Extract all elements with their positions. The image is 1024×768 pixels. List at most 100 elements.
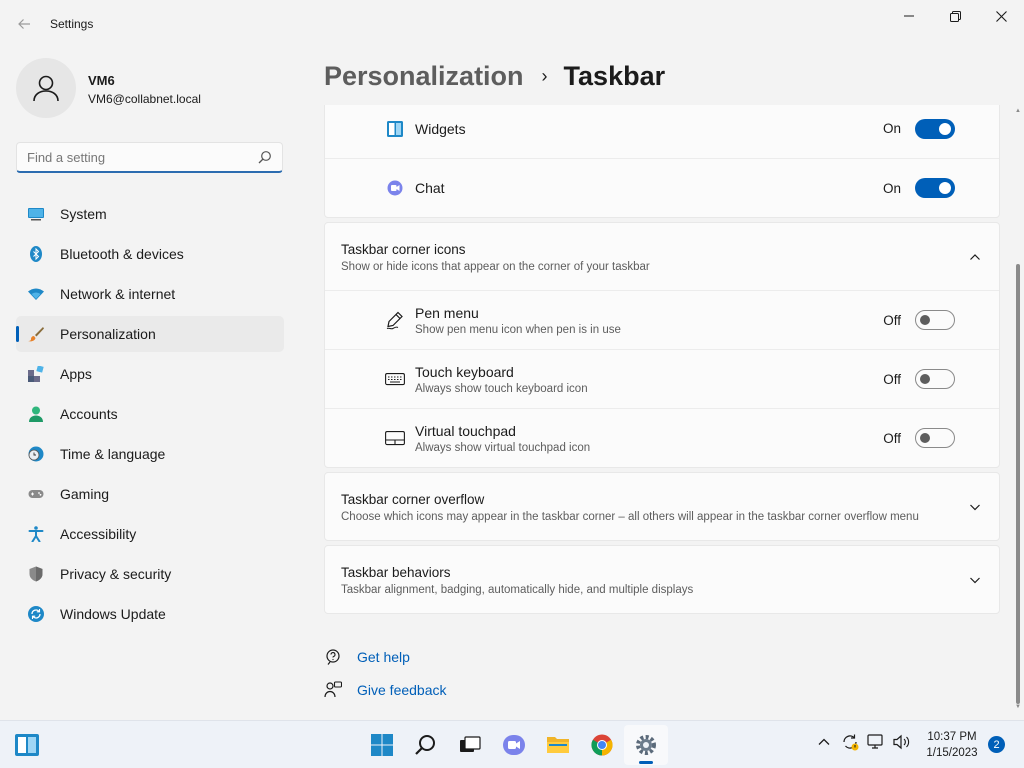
sidebar-item-label: Network & internet	[60, 286, 176, 302]
scroll-down-arrow[interactable]: ▼	[1015, 704, 1021, 710]
sidebar-item-system[interactable]: System	[16, 196, 284, 232]
chevron-up-icon[interactable]	[969, 251, 981, 263]
taskbar-task-view-button[interactable]	[448, 725, 492, 765]
give-feedback-link[interactable]: Give feedback	[324, 673, 447, 706]
toggle-knob	[939, 122, 951, 135]
toggle-knob	[920, 433, 930, 443]
behaviors-header[interactable]: Taskbar behaviors Taskbar alignment, bad…	[325, 546, 999, 613]
get-help-link[interactable]: Get help	[324, 640, 447, 673]
sidebar-item-network[interactable]: Network & internet	[16, 276, 284, 312]
sidebar-item-privacy[interactable]: Privacy & security	[16, 556, 284, 592]
corner-overflow-card[interactable]: Taskbar corner overflow Choose which ico…	[324, 472, 1000, 541]
toggle-knob	[939, 182, 951, 194]
touch-keyboard-toggle[interactable]	[915, 369, 955, 389]
file-explorer-icon	[547, 737, 569, 753]
search-icon	[415, 735, 435, 755]
title-bar: Settings	[0, 0, 1024, 48]
notification-badge[interactable]: 2	[988, 736, 1005, 753]
chevron-down-icon[interactable]	[969, 574, 981, 586]
sidebar-item-label: Accounts	[60, 406, 118, 422]
widgets-label: Widgets	[415, 120, 466, 137]
taskbar-widgets-button[interactable]	[14, 733, 40, 757]
sidebar-item-time-language[interactable]: Time & language	[16, 436, 284, 472]
pen-menu-row: Pen menu Show pen menu icon when pen is …	[325, 290, 999, 349]
restore-button[interactable]	[932, 0, 978, 32]
back-button[interactable]	[10, 12, 38, 36]
widgets-row: Widgets On	[325, 105, 999, 158]
scroll-thumb[interactable]	[1016, 264, 1020, 704]
sidebar-item-label: System	[60, 206, 107, 222]
corner-icons-title: Taskbar corner icons	[341, 242, 466, 257]
widgets-toggle[interactable]	[915, 118, 955, 139]
sidebar-item-gaming[interactable]: Gaming	[16, 476, 284, 512]
pen-menu-label: Pen menu	[415, 304, 479, 321]
scroll-up-arrow[interactable]: ▲	[1015, 108, 1021, 114]
behaviors-card[interactable]: Taskbar behaviors Taskbar alignment, bad…	[324, 545, 1000, 614]
minimize-icon	[904, 15, 914, 17]
sidebar-item-accounts[interactable]: Accounts	[16, 396, 284, 432]
touch-keyboard-row: Touch keyboard Always show touch keyboar…	[325, 349, 999, 408]
start-icon	[371, 734, 393, 756]
taskbar-items-card: Widgets On Chat On	[324, 105, 1000, 218]
close-button[interactable]	[978, 0, 1024, 32]
bluetooth-icon	[28, 246, 44, 262]
feedback-icon	[324, 680, 342, 697]
tray-network-button[interactable]	[867, 733, 885, 751]
keyboard-icon	[385, 369, 405, 389]
user-profile[interactable]: VM6 VM6@collabnet.local	[16, 58, 286, 118]
sidebar-item-windows-update[interactable]: Windows Update	[16, 596, 284, 632]
taskbar-chrome-button[interactable]	[580, 725, 624, 765]
tray-volume-button[interactable]	[893, 733, 911, 751]
taskbar-settings-button[interactable]	[624, 725, 668, 765]
corner-icons-card: Taskbar corner icons Show or hide icons …	[324, 222, 1000, 468]
shield-icon	[28, 566, 44, 582]
help-links: Get help Give feedback	[324, 640, 447, 706]
minimize-button[interactable]	[886, 0, 932, 32]
search-icon[interactable]	[258, 150, 272, 164]
taskbar-chat-button[interactable]	[492, 725, 536, 765]
search-box[interactable]	[16, 142, 283, 173]
app-title: Settings	[50, 17, 94, 31]
chat-toggle[interactable]	[915, 178, 955, 198]
task-view-icon	[460, 736, 481, 752]
breadcrumb-parent[interactable]: Personalization	[324, 61, 524, 92]
sidebar-item-label: Bluetooth & devices	[60, 246, 184, 262]
breadcrumb-separator: ›	[541, 65, 548, 86]
sidebar-nav: System Bluetooth & devices Network & int…	[16, 196, 284, 636]
virtual-touchpad-label: Virtual touchpad	[415, 422, 516, 439]
scrollbar[interactable]: ▲ ▼	[1015, 108, 1021, 720]
corner-overflow-header[interactable]: Taskbar corner overflow Choose which ico…	[325, 473, 999, 540]
search-input[interactable]	[17, 143, 247, 171]
sidebar-item-accessibility[interactable]: Accessibility	[16, 516, 284, 552]
taskbar-clock[interactable]: 10:37 PM 1/15/2023	[920, 729, 984, 761]
sidebar-item-personalization[interactable]: Personalization	[16, 316, 284, 352]
settings-window: Settings VM6 VM6@collabnet.local System …	[0, 0, 1024, 720]
taskbar-search-button[interactable]	[404, 725, 448, 765]
clock-date: 1/15/2023	[926, 747, 978, 759]
touchpad-icon	[385, 428, 405, 448]
tray-sync-button[interactable]	[841, 733, 859, 751]
taskbar-start-button[interactable]	[360, 725, 404, 765]
corner-icons-subtitle: Show or hide icons that appear on the co…	[341, 261, 650, 273]
pen-menu-toggle[interactable]	[915, 310, 955, 330]
chevron-down-icon[interactable]	[969, 501, 981, 513]
apps-icon	[28, 366, 44, 382]
taskbar-file-explorer-button[interactable]	[536, 725, 580, 765]
virtual-touchpad-state: Off	[883, 430, 901, 446]
tray-overflow-button[interactable]	[815, 733, 833, 751]
network-icon	[867, 734, 883, 749]
virtual-touchpad-toggle[interactable]	[915, 428, 955, 448]
update-icon	[28, 606, 44, 622]
corner-overflow-title: Taskbar corner overflow	[341, 492, 485, 507]
corner-icons-header[interactable]: Taskbar corner icons Show or hide icons …	[325, 223, 999, 290]
page-title: Taskbar	[563, 60, 666, 91]
chrome-icon	[591, 734, 613, 756]
back-arrow-icon	[18, 19, 30, 29]
clock-globe-icon	[28, 446, 44, 462]
corner-overflow-subtitle: Choose which icons may appear in the tas…	[341, 511, 919, 523]
chevron-up-icon	[818, 738, 830, 745]
sidebar-item-bluetooth[interactable]: Bluetooth & devices	[16, 236, 284, 272]
virtual-touchpad-description: Always show virtual touchpad icon	[415, 441, 591, 454]
person-icon	[33, 75, 59, 102]
sidebar-item-apps[interactable]: Apps	[16, 356, 284, 392]
